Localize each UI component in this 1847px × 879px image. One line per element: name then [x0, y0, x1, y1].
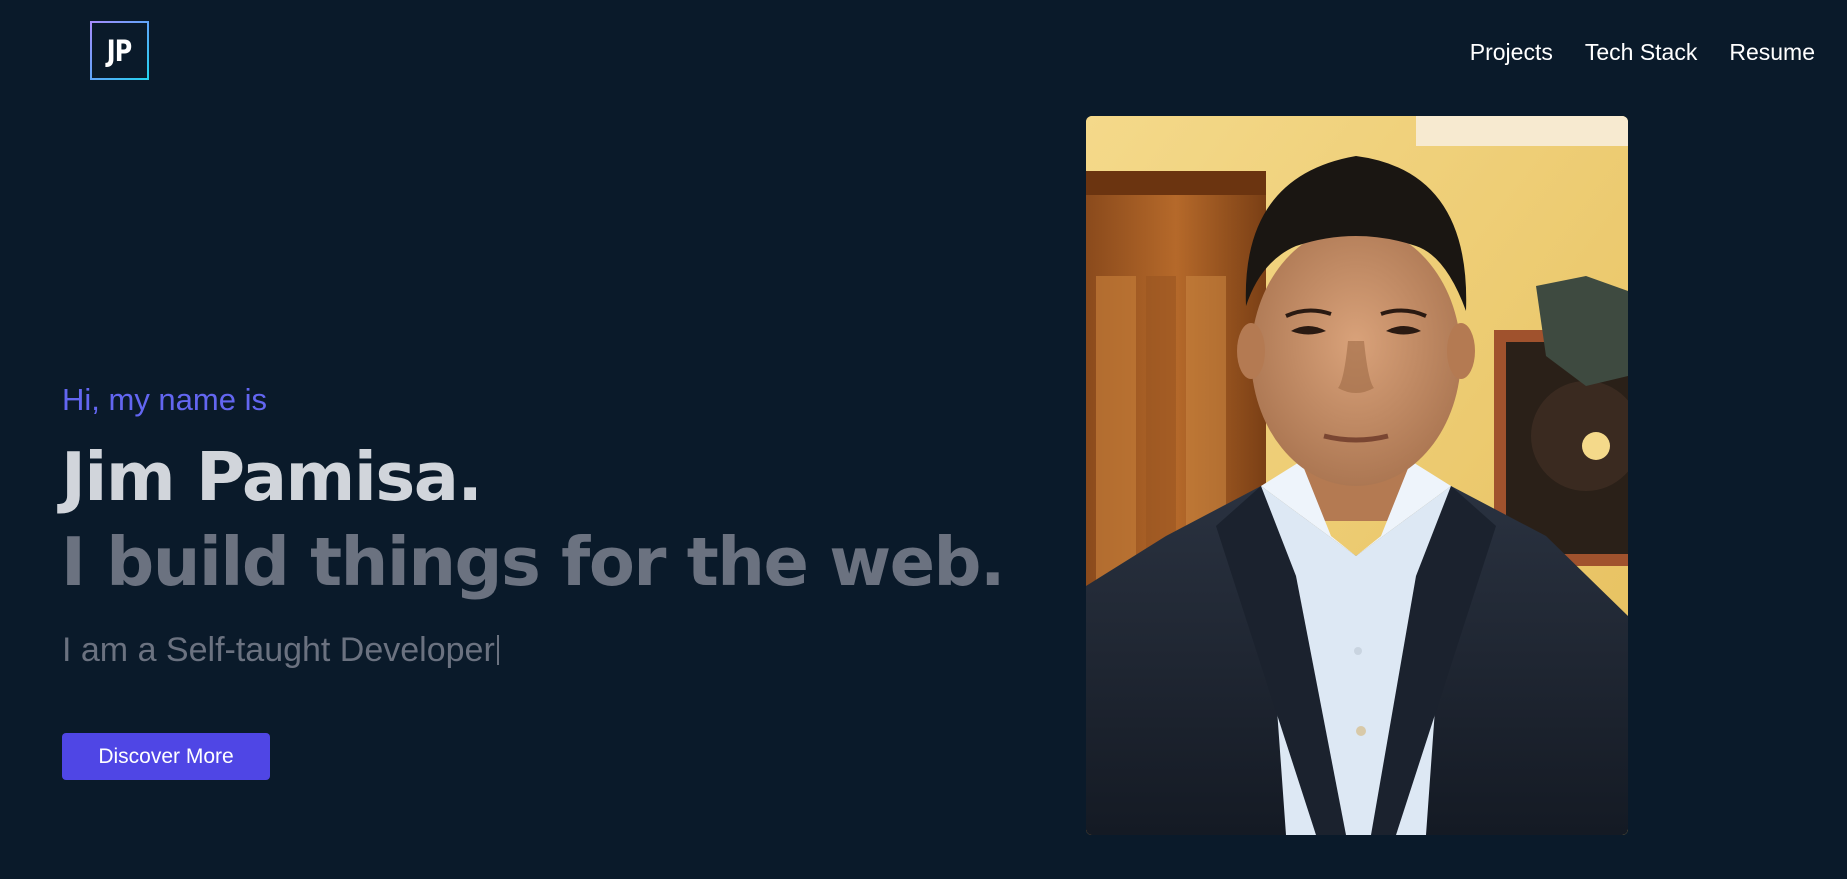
logo-text: JP	[107, 33, 132, 68]
nav-link-resume[interactable]: Resume	[1729, 38, 1815, 66]
typing-cursor	[496, 635, 499, 665]
hero-subtitle-text: I am a Self-taught Developer	[62, 631, 495, 669]
hero-tagline: I build things for the web.	[61, 523, 1005, 601]
logo-icon[interactable]: JP	[90, 21, 149, 80]
hero-greeting: Hi, my name is	[62, 382, 267, 417]
hero-subtitle: I am a Self-taught Developer	[62, 628, 499, 672]
main-nav: Projects Tech Stack Resume	[1470, 38, 1815, 66]
nav-link-projects[interactable]: Projects	[1470, 38, 1553, 66]
profile-photo	[1086, 116, 1628, 835]
hero-name: Jim Pamisa.	[61, 438, 483, 516]
page: JP Projects Tech Stack Resume Hi, my nam…	[0, 0, 1847, 879]
nav-link-tech-stack[interactable]: Tech Stack	[1585, 38, 1698, 66]
discover-more-button[interactable]: Discover More	[62, 733, 270, 780]
